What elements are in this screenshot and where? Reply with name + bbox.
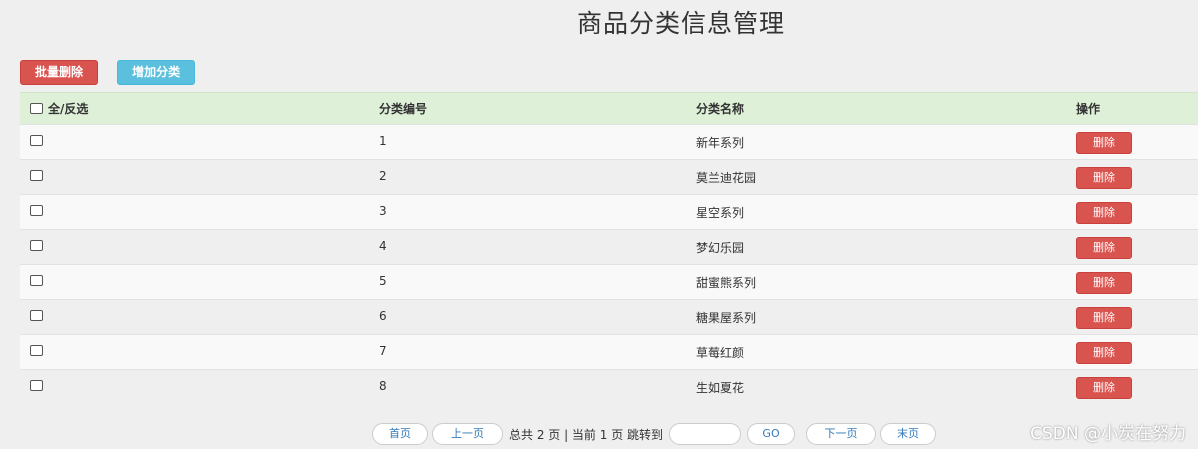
delete-button[interactable]: 删除	[1076, 307, 1132, 329]
table-row: 3 星空系列 删除	[20, 194, 1198, 230]
category-table: 全/反选 分类编号 分类名称 操作 1 新年系列 删除 2 莫兰迪花园 删除 3…	[20, 92, 1198, 405]
last-page-button[interactable]: 末页	[880, 423, 937, 445]
toolbar: 批量删除 增加分类	[20, 60, 196, 85]
row-checkbox[interactable]	[30, 275, 43, 286]
select-all-label: 全/反选	[48, 102, 89, 116]
prev-page-button[interactable]: 上一页	[432, 423, 503, 445]
table-row: 4 梦幻乐园 删除	[20, 229, 1198, 265]
table-row: 6 糖果屋系列 删除	[20, 299, 1198, 335]
delete-button[interactable]: 删除	[1076, 377, 1132, 399]
header-actions: 操作	[1076, 92, 1198, 125]
category-name-cell: 糖果屋系列	[696, 299, 1076, 335]
category-name-cell: 生如夏花	[696, 369, 1076, 405]
delete-button[interactable]: 删除	[1076, 132, 1132, 154]
table-row: 7 草莓红颜 删除	[20, 334, 1198, 370]
header-category-name: 分类名称	[696, 92, 1076, 125]
category-id-cell: 5	[379, 264, 696, 300]
category-name-cell: 梦幻乐园	[696, 229, 1076, 265]
category-name-cell: 草莓红颜	[696, 334, 1076, 370]
category-id-cell: 8	[379, 369, 696, 405]
table-row: 5 甜蜜熊系列 删除	[20, 264, 1198, 300]
category-id-cell: 7	[379, 334, 696, 370]
row-checkbox[interactable]	[30, 380, 43, 391]
row-checkbox[interactable]	[30, 135, 43, 146]
delete-button[interactable]: 删除	[1076, 342, 1132, 364]
delete-button[interactable]: 删除	[1076, 167, 1132, 189]
category-id-cell: 6	[379, 299, 696, 335]
category-name-cell: 甜蜜熊系列	[696, 264, 1076, 300]
row-checkbox[interactable]	[30, 240, 43, 251]
category-id-cell: 1	[379, 124, 696, 160]
row-checkbox[interactable]	[30, 170, 43, 181]
category-id-cell: 2	[379, 159, 696, 195]
header-category-id: 分类编号	[379, 92, 696, 125]
jump-page-input[interactable]	[669, 423, 742, 445]
select-all-checkbox[interactable]	[30, 103, 43, 114]
delete-button[interactable]: 删除	[1076, 272, 1132, 294]
table-row: 2 莫兰迪花园 删除	[20, 159, 1198, 195]
category-name-cell: 莫兰迪花园	[696, 159, 1076, 195]
table-header-row: 全/反选 分类编号 分类名称 操作	[20, 92, 1198, 125]
watermark: CSDN @小炭在努力	[1030, 424, 1186, 444]
batch-delete-button[interactable]: 批量删除	[20, 60, 99, 85]
row-checkbox[interactable]	[30, 205, 43, 216]
table-row: 8 生如夏花 删除	[20, 369, 1198, 405]
page-title: 商品分类信息管理	[576, 9, 785, 38]
delete-button[interactable]: 删除	[1076, 237, 1132, 259]
header-select-all: 全/反选	[20, 92, 379, 125]
page-info: 总共 2 页 | 当前 1 页 跳转到	[509, 427, 664, 442]
delete-button[interactable]: 删除	[1076, 202, 1132, 224]
pagination: 首页 上一页 总共 2 页 | 当前 1 页 跳转到 GO 下一页 末页	[372, 423, 937, 445]
category-name-cell: 星空系列	[696, 194, 1076, 230]
category-id-cell: 3	[379, 194, 696, 230]
first-page-button[interactable]: 首页	[372, 423, 428, 445]
category-id-cell: 4	[379, 229, 696, 265]
next-page-button[interactable]: 下一页	[806, 423, 877, 445]
table-row: 1 新年系列 删除	[20, 124, 1198, 160]
add-category-button[interactable]: 增加分类	[117, 60, 196, 85]
row-checkbox[interactable]	[30, 345, 43, 356]
row-checkbox[interactable]	[30, 310, 43, 321]
go-button[interactable]: GO	[747, 423, 796, 445]
category-name-cell: 新年系列	[696, 124, 1076, 160]
